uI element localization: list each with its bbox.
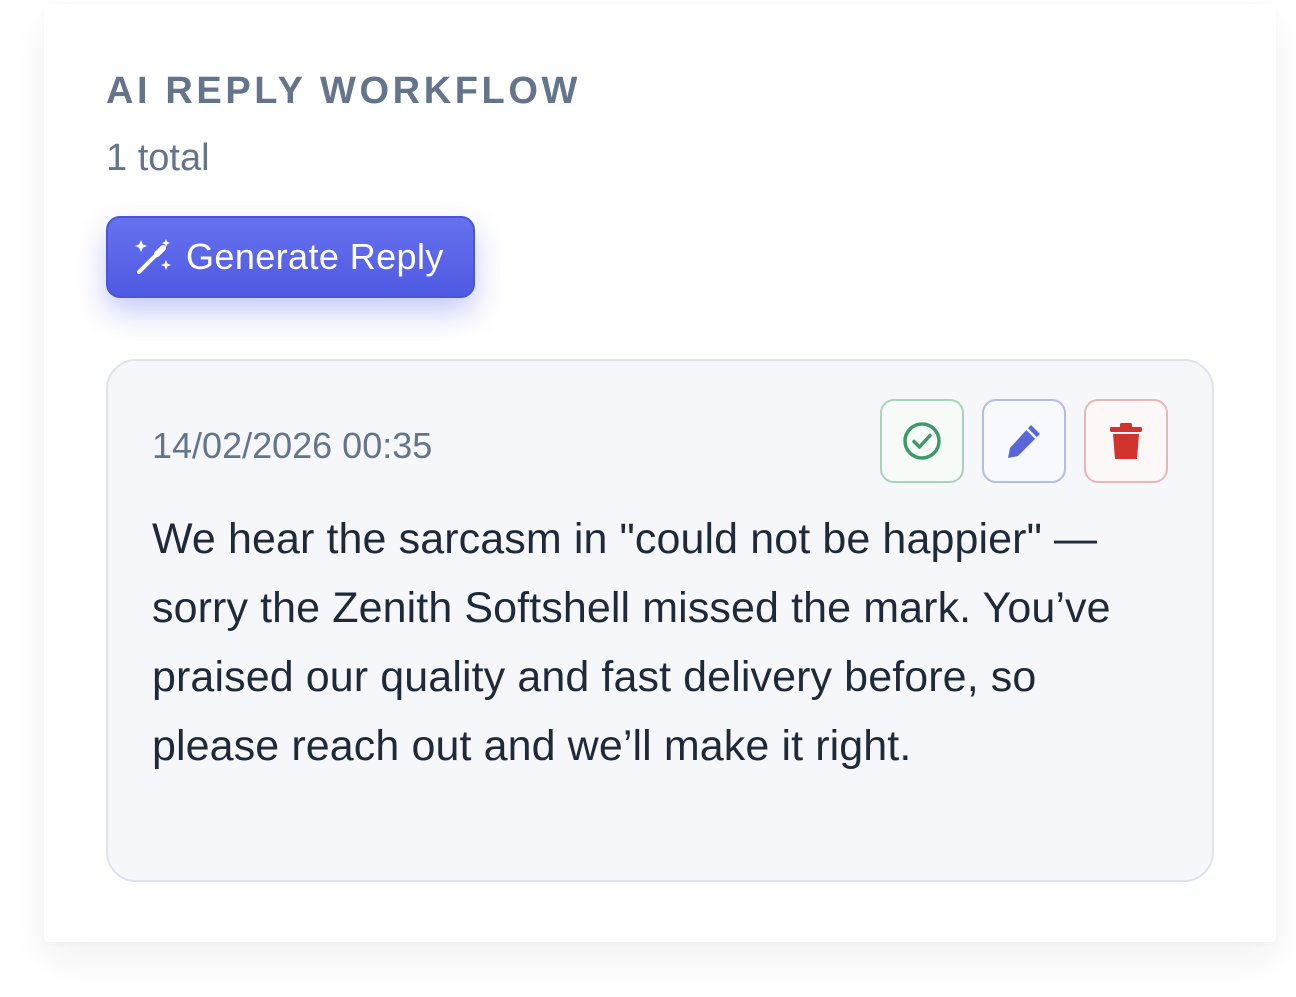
edit-button[interactable] [982, 399, 1066, 483]
reply-card: 14/02/2026 00:35 We hear the sarcasm in … [106, 359, 1214, 882]
reply-actions [880, 399, 1168, 483]
trash-icon [1104, 419, 1148, 463]
magic-wand-sparkles-icon [132, 236, 174, 278]
reply-count: 1 total [106, 137, 210, 179]
delete-button[interactable] [1084, 399, 1168, 483]
generate-reply-label: Generate Reply [186, 236, 444, 277]
reply-timestamp: 14/02/2026 00:35 [152, 425, 433, 466]
generate-reply-button[interactable]: Generate Reply [106, 216, 475, 298]
approve-button[interactable] [880, 399, 964, 483]
check-circle-icon [900, 419, 944, 463]
ai-reply-workflow-panel: AI REPLY WORKFLOW 1 total Generate Reply… [44, 4, 1276, 942]
reply-text: We hear the sarcasm in "could not be hap… [152, 515, 1111, 770]
pencil-icon [1002, 419, 1046, 463]
section-title: AI REPLY WORKFLOW [106, 70, 581, 112]
